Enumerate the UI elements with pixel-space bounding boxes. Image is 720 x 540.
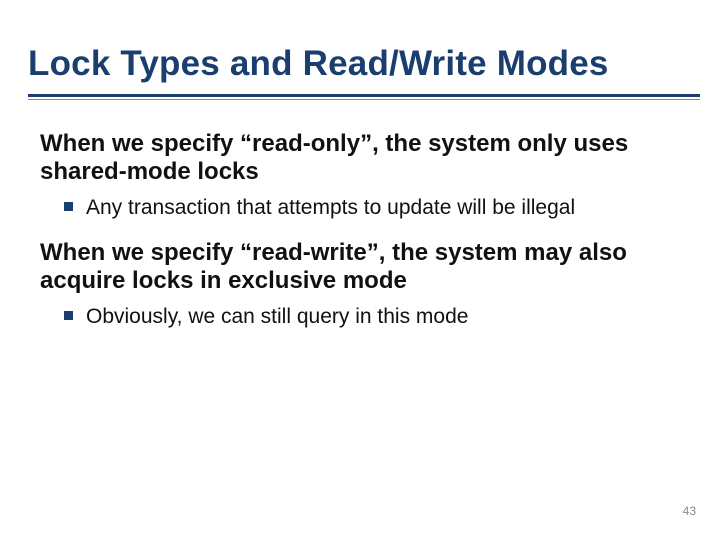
sub-bullet-2: Obviously, we can still query in this mo…: [40, 304, 680, 330]
page-number: 43: [683, 504, 696, 518]
title-underline: [28, 94, 700, 100]
slide-content: When we specify “read-only”, the system …: [40, 130, 680, 348]
sub-list-2: Obviously, we can still query in this mo…: [40, 304, 680, 330]
slide: Lock Types and Read/Write Modes When we …: [0, 0, 720, 540]
sub-bullet-1: Any transaction that attempts to update …: [40, 195, 680, 221]
sub-list-1: Any transaction that attempts to update …: [40, 195, 680, 221]
body-paragraph-2: When we specify “read-write”, the system…: [40, 239, 680, 296]
slide-title: Lock Types and Read/Write Modes: [28, 46, 692, 83]
body-paragraph-1: When we specify “read-only”, the system …: [40, 130, 680, 187]
